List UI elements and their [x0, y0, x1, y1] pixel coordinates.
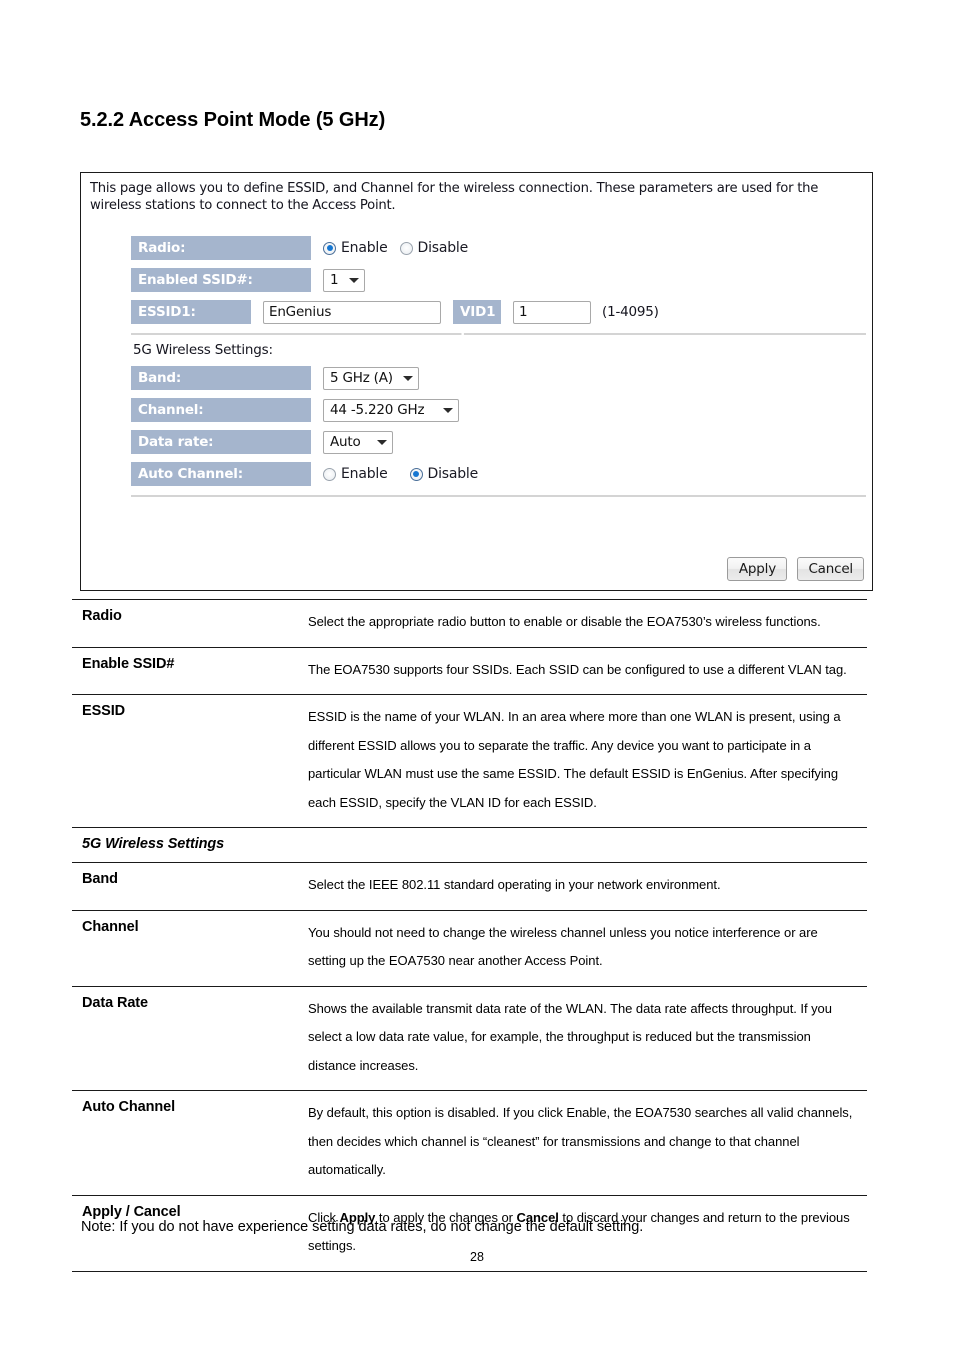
field-description: The EOA7530 supports four SSIDs. Each SS… — [308, 646, 867, 695]
channel-control: 44 -5.220 GHz — [323, 398, 459, 422]
chevron-down-icon — [349, 277, 359, 283]
field-description: You should not need to change the wirele… — [308, 909, 867, 986]
auto-channel-enable-option[interactable]: Enable — [323, 466, 388, 482]
field-description: ESSID is the name of your WLAN. In an ar… — [308, 694, 867, 828]
page-number: 28 — [470, 1250, 484, 1264]
panel-description-text: This page allows you to define ESSID, an… — [90, 181, 819, 213]
field-term: Channel — [72, 909, 308, 986]
band-control: 5 GHz (A) — [323, 366, 419, 390]
field-term: Radio — [72, 599, 308, 647]
data-rate-control: Auto — [323, 430, 393, 454]
field-term: ESSID — [72, 694, 308, 828]
apply-button[interactable]: Apply — [727, 557, 788, 581]
form-row-auto-channel: Auto Channel: Enable Disable — [131, 461, 866, 487]
divider-below-settings — [131, 495, 866, 497]
field-description: Select the appropriate radio button to e… — [308, 599, 867, 647]
document-page: 5.2.2 Access Point Mode (5 GHz) This pag… — [0, 0, 954, 1350]
table-row: Enable SSID# The EOA7530 supports four SS… — [72, 646, 867, 695]
channel-select[interactable]: 44 -5.220 GHz — [323, 398, 459, 422]
table-row: Band Select the IEEE 802.11 standard oper… — [72, 862, 867, 910]
table-row: Radio Select the appropriate radio button… — [72, 599, 867, 647]
band-value: 5 GHz (A) — [330, 370, 393, 386]
cancel-button[interactable]: Cancel — [797, 557, 864, 581]
vid1-control: 1 (1-4095) — [513, 300, 659, 324]
form-row-enabled-ssid: Enabled SSID#: 1 — [131, 267, 866, 293]
chevron-down-icon — [403, 375, 413, 381]
footer-note: Note: If you do not have experience sett… — [81, 1219, 644, 1235]
field-term: Auto Channel — [72, 1090, 308, 1195]
channel-label: Channel: — [131, 398, 311, 422]
page-title: 5.2.2 Access Point Mode (5 GHz) — [80, 109, 386, 131]
radio-label: Radio: — [131, 236, 311, 260]
divider-above-wireless-settings — [131, 333, 866, 335]
field-description: Select the IEEE 802.11 standard operatin… — [308, 862, 867, 910]
vid1-range-hint: (1-4095) — [602, 304, 659, 320]
chevron-down-icon — [443, 407, 453, 413]
table-row: ESSID ESSID is the name of your WLAN. In … — [72, 694, 867, 828]
radio-disable-option[interactable]: Disable — [399, 240, 469, 256]
table-row: 5G Wireless Settings — [72, 827, 867, 863]
data-rate-select[interactable]: Auto — [323, 430, 393, 454]
essid1-input[interactable]: EnGenius — [263, 300, 441, 324]
form-row-radio: Radio: Enable Disable — [131, 235, 866, 261]
enabled-ssid-select[interactable]: 1 — [323, 268, 365, 292]
auto-channel-disable-option[interactable]: Disable — [409, 466, 479, 482]
field-description — [308, 827, 867, 863]
settings-form: Radio: Enable Disable Enabled SSID#: 1 E… — [131, 235, 866, 504]
field-term: Enable SSID# — [72, 646, 308, 695]
enabled-ssid-value: 1 — [330, 272, 339, 288]
panel-action-buttons: Apply Cancel — [727, 557, 864, 581]
radio-enable-option[interactable]: Enable — [323, 240, 388, 256]
auto-channel-disable-label: Disable — [427, 466, 479, 482]
radio-selected-icon[interactable] — [409, 467, 423, 481]
form-row-data-rate: Data rate: Auto — [131, 429, 866, 455]
data-rate-value: Auto — [330, 434, 361, 450]
chevron-down-icon — [377, 439, 387, 445]
data-rate-label: Data rate: — [131, 430, 311, 454]
radio-unselected-icon[interactable] — [399, 241, 413, 255]
field-term: 5G Wireless Settings — [72, 827, 308, 863]
auto-channel-label: Auto Channel: — [131, 462, 311, 486]
auto-channel-control-group: Enable Disable — [323, 466, 490, 482]
table-row: Auto Channel By default, this option is d… — [72, 1090, 867, 1195]
vid1-input[interactable]: 1 — [513, 300, 591, 324]
form-row-essid1: ESSID1: EnGenius VID1 : 1 (1-4095) — [131, 299, 866, 344]
field-description: Shows the available transmit data rate o… — [308, 985, 867, 1091]
table-row: Channel You should not need to change the… — [72, 909, 867, 986]
essid1-control: EnGenius — [263, 300, 441, 324]
radio-control-group: Enable Disable — [323, 240, 480, 256]
essid1-label: ESSID1: — [131, 300, 251, 324]
radio-unselected-icon[interactable] — [323, 467, 336, 481]
field-description-table: Radio Select the appropriate radio button… — [72, 599, 867, 1272]
field-term: Data Rate — [72, 985, 308, 1091]
band-select[interactable]: 5 GHz (A) — [323, 366, 419, 390]
radio-enable-label: Enable — [341, 240, 388, 256]
field-description: By default, this option is disabled. If … — [308, 1090, 867, 1195]
form-row-channel: Channel: 44 -5.220 GHz — [131, 397, 866, 423]
vid1-label: VID1 : — [453, 300, 501, 344]
router-ui-screenshot-panel: This page allows you to define ESSID, an… — [80, 172, 873, 591]
form-row-band: Band: 5 GHz (A) — [131, 365, 866, 391]
enabled-ssid-label: Enabled SSID#: — [131, 268, 311, 292]
radio-disable-label: Disable — [417, 240, 469, 256]
table-row: Data Rate Shows the available transmit da… — [72, 985, 867, 1091]
band-label: Band: — [131, 366, 311, 390]
auto-channel-enable-label: Enable — [341, 466, 388, 482]
enabled-ssid-control: 1 — [323, 268, 365, 292]
radio-selected-icon[interactable] — [323, 241, 336, 255]
channel-value: 44 -5.220 GHz — [330, 402, 425, 418]
field-term: Band — [72, 862, 308, 910]
wireless-settings-section-label: 5G Wireless Settings: — [133, 342, 273, 358]
